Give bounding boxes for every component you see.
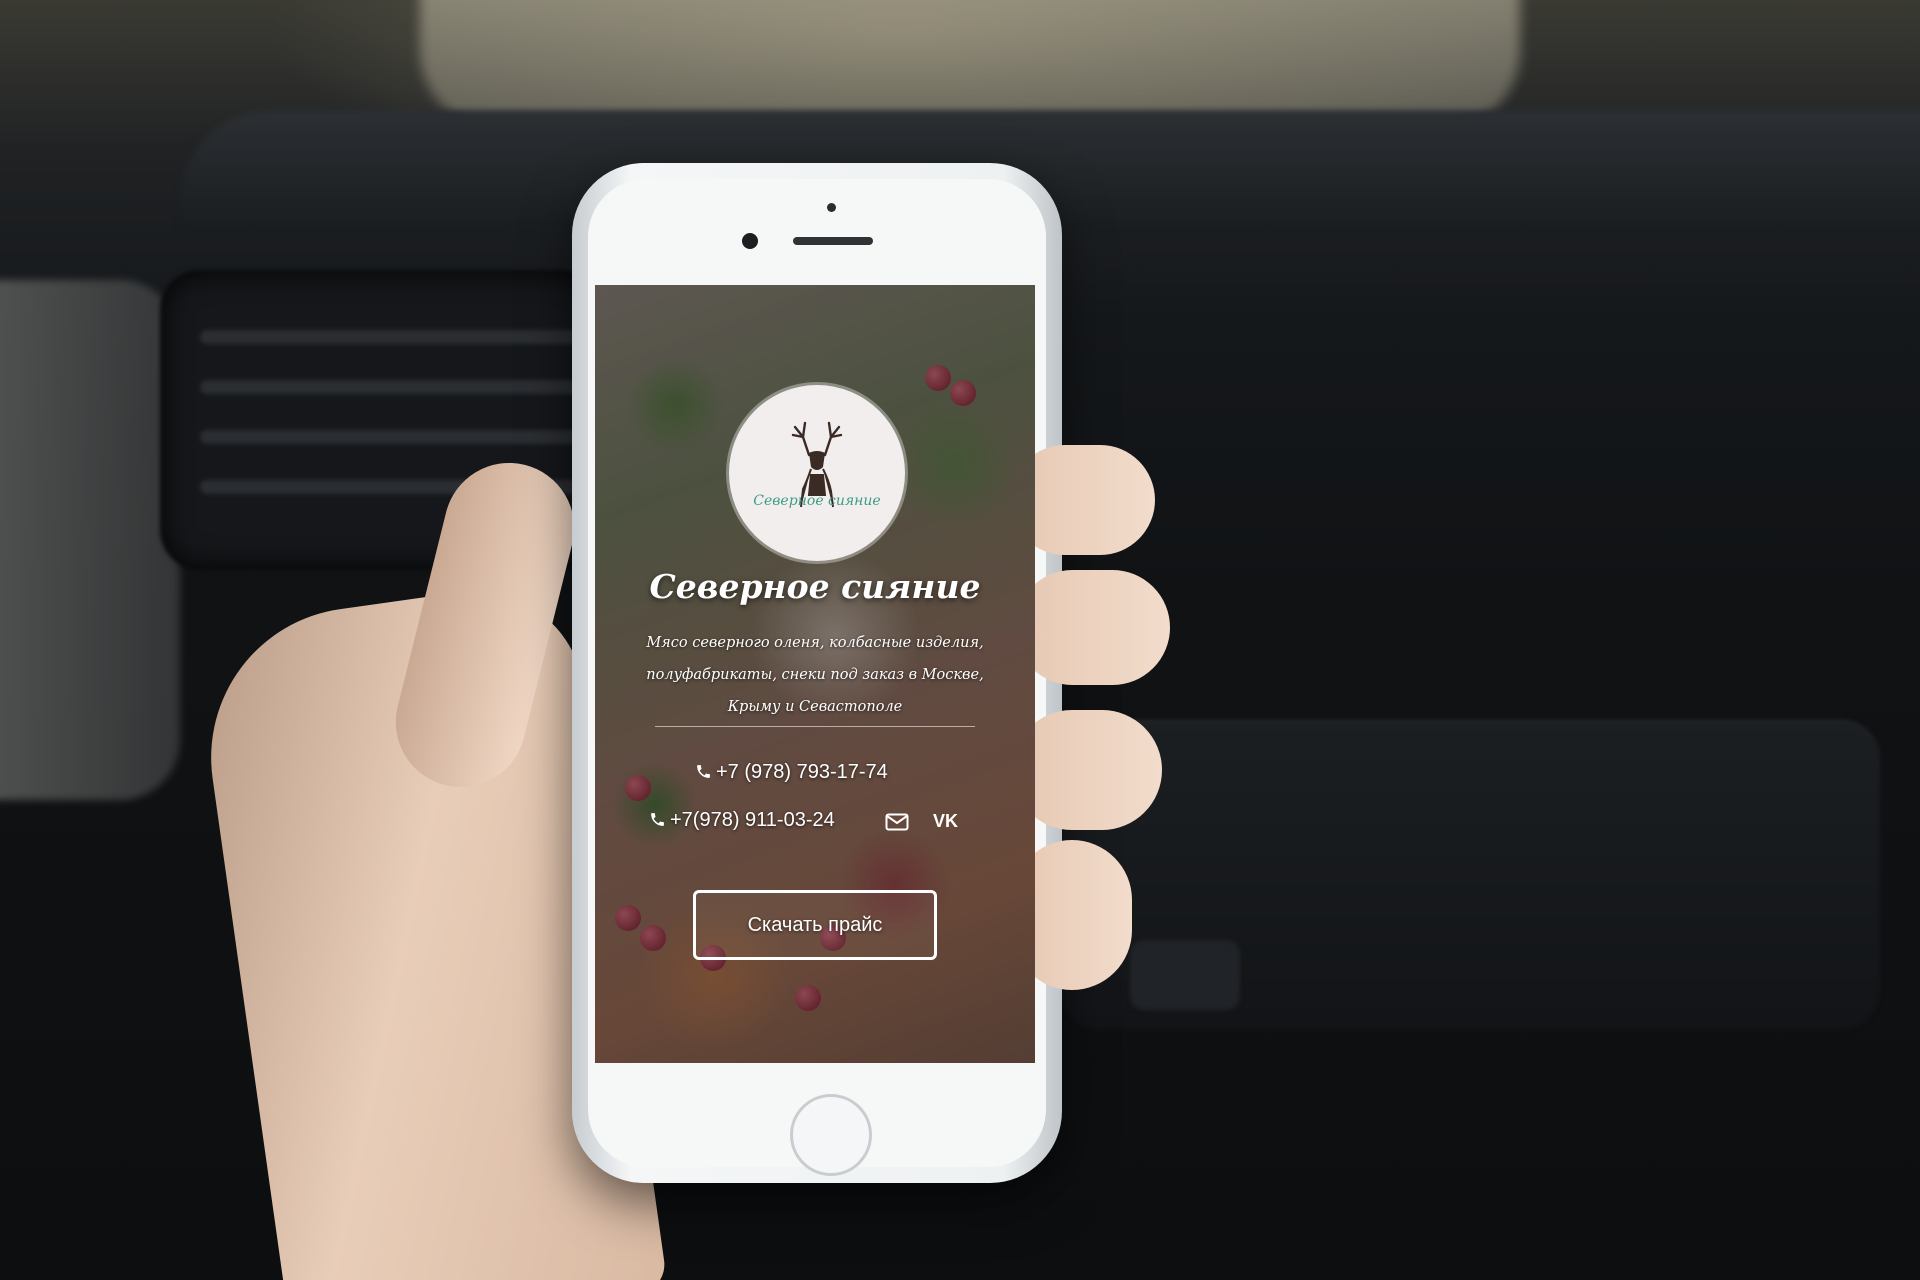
- download-price-button[interactable]: Скачать прайс: [693, 890, 937, 960]
- home-button[interactable]: [790, 1094, 872, 1176]
- phone-number-secondary: +7(978) 911-03-24: [670, 809, 835, 831]
- logo-text: Северное сияние: [753, 493, 881, 509]
- phone-link-secondary[interactable]: +7(978) 911-03-24: [649, 809, 835, 832]
- vk-icon[interactable]: VK: [933, 811, 958, 832]
- finger: [1015, 570, 1170, 685]
- phone-screen: Северное сияние Северное сияние Мясо сев…: [595, 285, 1035, 1063]
- phone-number-primary: +7 (978) 793-17-74: [716, 761, 888, 783]
- brand-logo[interactable]: Северное сияние: [729, 385, 905, 561]
- door-panel: [0, 280, 180, 800]
- mail-icon[interactable]: [885, 813, 909, 831]
- phone-link-primary[interactable]: +7 (978) 793-17-74: [695, 761, 888, 784]
- phone-icon: [697, 765, 710, 778]
- front-camera: [742, 233, 758, 249]
- site-title: Северное сияние: [649, 567, 981, 606]
- phone-icon: [651, 813, 664, 826]
- site-subtitle: Мясо северного оленя, колбасные изделия,…: [646, 635, 984, 715]
- glovebox-handle: [1130, 940, 1240, 1010]
- earpiece-speaker: [793, 237, 873, 245]
- vent-slat: [200, 430, 580, 444]
- car-interior-photo: Северное сияние Северное сияние Мясо сев…: [0, 0, 1920, 1280]
- divider: [655, 726, 975, 727]
- proximity-sensor: [827, 203, 836, 212]
- vent-slat: [200, 380, 580, 394]
- vent-slat: [200, 330, 580, 344]
